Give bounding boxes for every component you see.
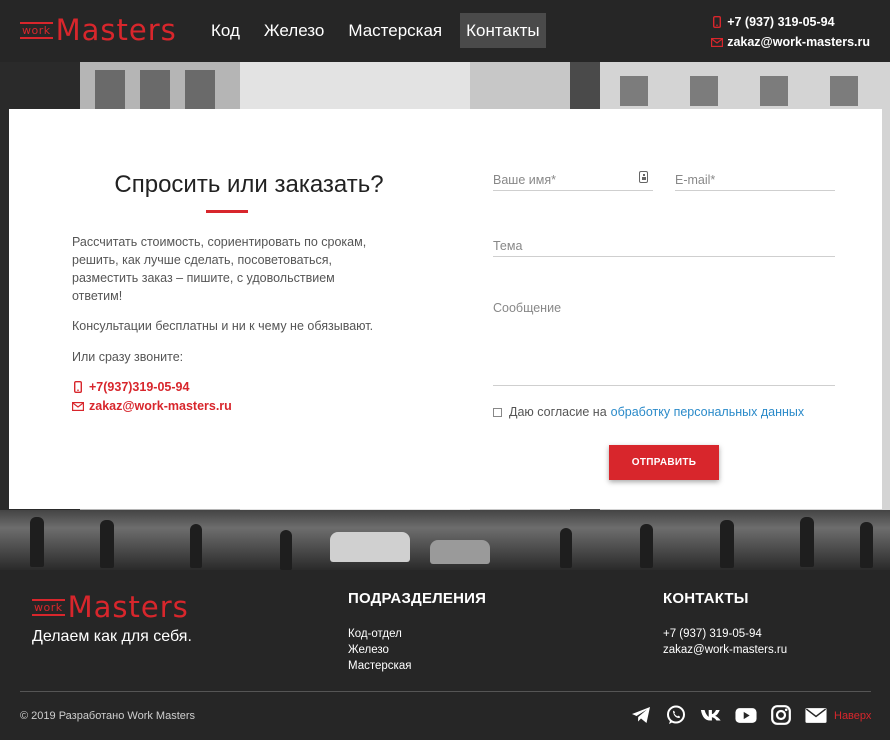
header-email-text: zakaz@work-masters.ru [727,35,870,49]
name-input[interactable] [493,169,653,191]
free-consultation-note: Консультации бесплатны и ни к чему не об… [72,319,374,333]
envelope-icon [72,401,84,411]
contact-title: Спросить или заказать? [114,171,384,198]
site-footer: work Masters Делаем как для себя. ПОДРАЗ… [0,570,890,740]
footer-phone[interactable]: +7 (937) 319-05-94 [663,626,787,642]
footer-logo-masters-text: Masters [67,590,189,624]
contact-card-icon [639,171,648,183]
call-note: Или сразу звоните: [72,350,184,364]
back-to-top-link[interactable]: Наверх [834,710,871,722]
envelope-icon [710,37,724,47]
footer-logo[interactable]: work Masters [32,591,189,623]
header-email[interactable]: zakaz@work-masters.ru [710,33,870,51]
contact-email-text: zakaz@work-masters.ru [89,399,232,413]
contacts-heading: КОНТАКТЫ [663,590,749,607]
privacy-policy-link[interactable]: обработку персональных данных [611,405,804,419]
logo-work-text: work [20,21,53,39]
copyright: © 2019 Разработано Work Masters [20,710,196,722]
header-phone-text: +7 (937) 319-05-94 [727,15,835,29]
nav-item-code[interactable]: Код [205,13,246,48]
nav-item-hardware[interactable]: Железо [258,13,330,48]
social-links [630,704,840,726]
main-nav: Код Железо Мастерская Контакты [205,13,558,48]
contact-card: Спросить или заказать? Рассчитать стоимо… [9,109,882,509]
whatsapp-icon[interactable] [665,704,687,726]
contact-phone-text: +7(937)319-05-94 [89,380,190,394]
logo[interactable]: work Masters [20,14,177,46]
title-underline [206,210,248,213]
nav-item-workshop[interactable]: Мастерская [342,13,448,48]
footer-email[interactable]: zakaz@work-masters.ru [663,642,787,658]
contact-description: Рассчитать стоимость, сориентировать по … [72,235,367,303]
division-link-hardware[interactable]: Железо [348,642,411,658]
mobile-icon [710,16,724,28]
header-contacts: +7 (937) 319-05-94 zakaz@work-masters.ru [710,13,870,53]
divisions-heading: ПОДРАЗДЕЛЕНИЯ [348,590,487,607]
youtube-icon[interactable] [735,704,757,726]
division-link-code[interactable]: Код-отдел [348,626,411,642]
header-phone[interactable]: +7 (937) 319-05-94 [710,13,870,31]
consent-checkbox[interactable] [493,407,502,417]
subject-input[interactable] [493,235,835,257]
footer-divider [20,691,871,692]
nav-item-contacts[interactable]: Контакты [460,13,546,48]
contact-phone-link[interactable]: +7(937)319-05-94 [72,380,189,394]
consent-row: Даю согласие на обработку персональных д… [493,405,804,419]
site-header: work Masters Код Железо Мастерская Конта… [0,0,890,62]
footer-tagline: Делаем как для себя. [32,628,192,645]
division-link-workshop[interactable]: Мастерская [348,658,411,674]
mobile-icon [72,381,84,393]
footer-contacts-list: +7 (937) 319-05-94 zakaz@work-masters.ru [663,626,787,658]
logo-masters-text: Masters [55,13,177,47]
submit-button[interactable]: ОТПРАВИТЬ [609,445,719,480]
consent-text: Даю согласие на [509,405,607,419]
message-textarea[interactable] [493,301,835,386]
telegram-icon[interactable] [630,704,652,726]
footer-logo-work-text: work [32,598,65,616]
divisions-list: Код-отдел Железо Мастерская [348,626,411,674]
instagram-icon[interactable] [770,704,792,726]
contact-email-link[interactable]: zakaz@work-masters.ru [72,399,232,413]
vk-icon[interactable] [700,704,722,726]
mail-icon[interactable] [805,704,827,726]
email-input[interactable] [675,169,835,191]
